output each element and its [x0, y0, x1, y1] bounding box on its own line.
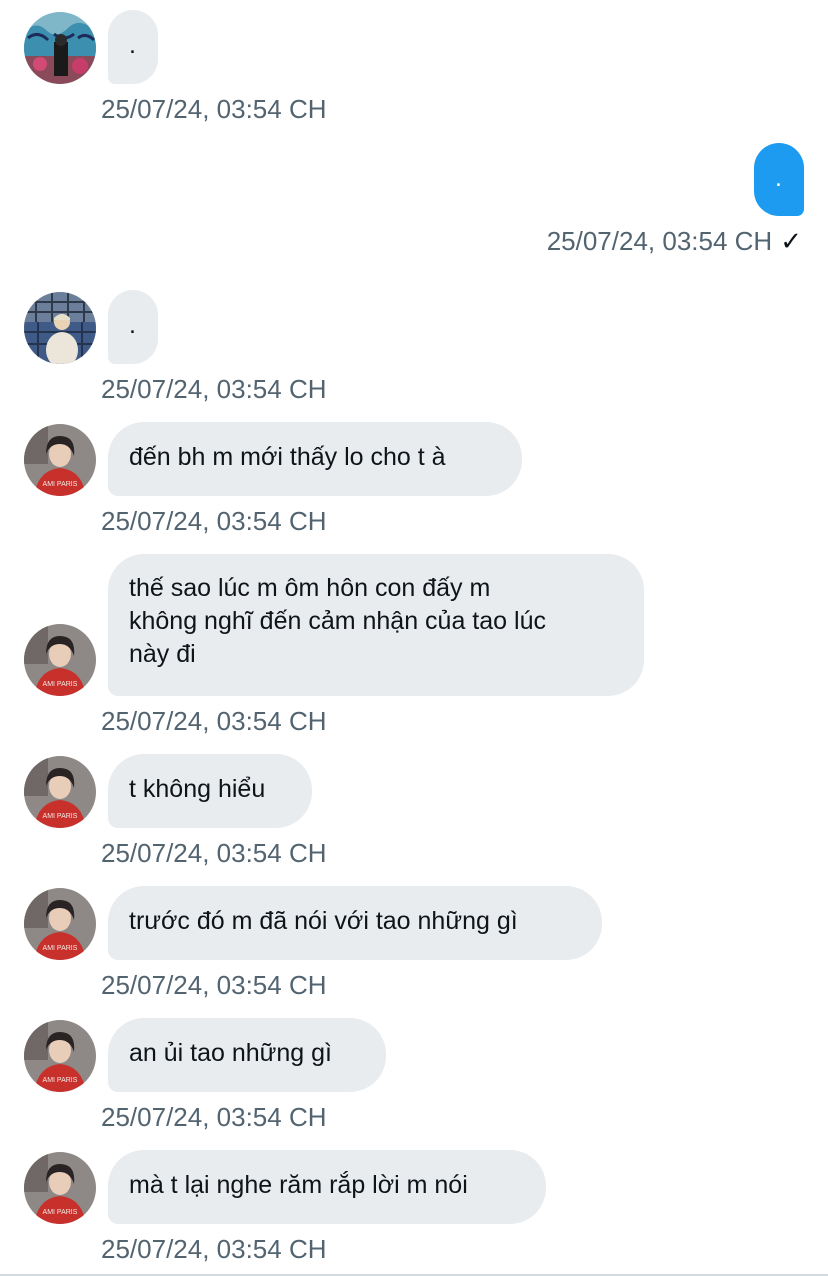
- message-timestamp: 25/07/24, 03:54 CH: [101, 1234, 327, 1264]
- message-text: .: [129, 311, 136, 339]
- message-timestamp: 25/07/24, 03:54 CH: [101, 706, 327, 736]
- message-text: mà t lại nghe răm rắp lời m nói: [129, 1171, 468, 1199]
- sender-avatar[interactable]: [24, 292, 96, 364]
- avatar-window-image: [24, 292, 96, 364]
- message-bubble[interactable]: .: [108, 290, 158, 364]
- message-timestamp: 25/07/24, 03:54 CH: [546, 226, 773, 256]
- message-timestamp: 25/07/24, 03:54 CH: [101, 838, 327, 868]
- message-bubble[interactable]: thế sao lúc m ôm hôn con đấy m không ngh…: [108, 554, 644, 696]
- message-text: trước đó m đã nói với tao những gì: [129, 907, 518, 935]
- avatar-red-hoodie-image: [24, 888, 96, 960]
- avatar-red-hoodie-image: [24, 1020, 96, 1092]
- message-bubble[interactable]: t không hiểu: [108, 754, 312, 828]
- message-text: an ủi tao những gì: [129, 1039, 333, 1067]
- message-text: đến bh m mới thấy lo cho t à: [129, 443, 446, 471]
- message-timestamp: 25/07/24, 03:54 CH: [101, 506, 327, 536]
- sender-avatar[interactable]: [24, 756, 96, 828]
- sender-avatar[interactable]: [24, 888, 96, 960]
- avatar-red-hoodie-image: [24, 624, 96, 696]
- avatar-red-hoodie-image: [24, 756, 96, 828]
- message-bubble[interactable]: an ủi tao những gì: [108, 1018, 386, 1092]
- checkmark-icon: ✓: [780, 226, 802, 256]
- my-message-bubble[interactable]: .: [754, 143, 804, 216]
- message-text: t không hiểu: [129, 775, 266, 803]
- sender-avatar[interactable]: [24, 12, 96, 84]
- sender-avatar[interactable]: [24, 424, 96, 496]
- message-timestamp: 25/07/24, 03:54 CH: [101, 1102, 327, 1132]
- message-bubble[interactable]: mà t lại nghe răm rắp lời m nói: [108, 1150, 546, 1224]
- message-bubble[interactable]: đến bh m mới thấy lo cho t à: [108, 422, 522, 496]
- message-text: .: [129, 31, 136, 59]
- sender-avatar[interactable]: [24, 1152, 96, 1224]
- message-text: thế sao lúc m ôm hôn con đấy m không ngh…: [129, 574, 546, 668]
- message-timestamp: 25/07/24, 03:54 CH: [101, 94, 327, 124]
- my-message-meta: 25/07/24, 03:54 CH ✓: [547, 226, 802, 256]
- sender-avatar[interactable]: [24, 1020, 96, 1092]
- avatar-red-hoodie-image: [24, 1152, 96, 1224]
- message-bubble[interactable]: .: [108, 10, 158, 84]
- message-text: .: [775, 164, 782, 192]
- message-thread: . 25/07/24, 03:54 CH . 25/07/24, 03:54 C…: [0, 0, 828, 1276]
- avatar-graffiti-image: [24, 12, 96, 84]
- sender-avatar[interactable]: [24, 624, 96, 696]
- message-bubble[interactable]: trước đó m đã nói với tao những gì: [108, 886, 602, 960]
- message-timestamp: 25/07/24, 03:54 CH: [101, 374, 327, 404]
- avatar-red-hoodie-image: [24, 424, 96, 496]
- message-timestamp: 25/07/24, 03:54 CH: [101, 970, 327, 1000]
